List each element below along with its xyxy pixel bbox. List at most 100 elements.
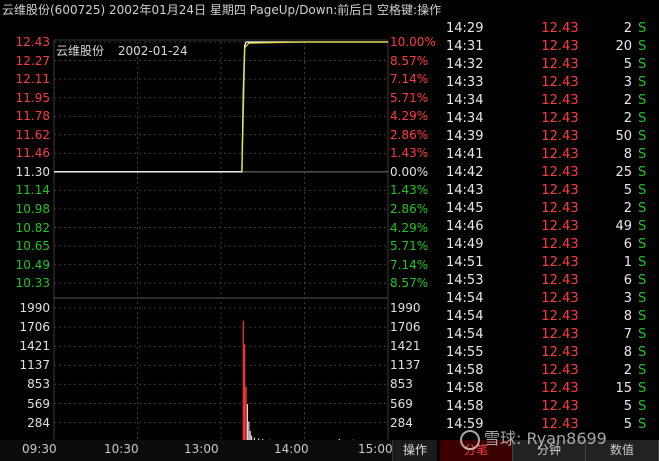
trade-row: 14:58 12.43 5 S <box>440 398 659 416</box>
trade-flag: S <box>638 75 647 90</box>
price-tick-label: 11.46 <box>15 146 50 161</box>
trade-price: 12.43 <box>541 183 579 198</box>
trade-time: 14:42 <box>446 165 484 180</box>
price-tick-label: 12.27 <box>15 53 50 68</box>
trade-row: 14:32 12.43 5 S <box>440 56 659 74</box>
trade-row: 14:46 12.43 49 S <box>440 218 659 236</box>
trade-flag: S <box>638 345 647 360</box>
trade-flag: S <box>638 57 647 72</box>
trade-time: 14:58 <box>446 381 484 396</box>
trade-flag: S <box>638 309 647 324</box>
trade-volume: 3 <box>623 291 632 306</box>
trade-time: 14:34 <box>446 93 484 108</box>
volume-tick-label-right: 1990 <box>390 301 421 315</box>
trade-flag: S <box>638 39 647 54</box>
trade-row: 14:58 12.43 15 S <box>440 380 659 398</box>
chart-date: 2002-01-24 <box>117 44 188 58</box>
trade-price: 12.43 <box>541 309 579 324</box>
time-tick-label: 13:00 <box>184 442 219 456</box>
trade-volume: 2 <box>623 363 632 378</box>
percent-tick-label: 8.57% <box>390 53 429 68</box>
trade-flag: S <box>638 219 647 234</box>
trade-volume: 8 <box>623 147 632 162</box>
volume-tick-label-right: 1421 <box>390 339 421 354</box>
price-tick-label: 12.11 <box>15 72 50 87</box>
price-tick-label: 10.98 <box>15 201 50 216</box>
percent-tick-label: 2.86% <box>390 201 429 216</box>
percent-tick-label: 10.00% <box>390 35 436 49</box>
trade-row: 14:39 12.43 50 S <box>440 128 659 146</box>
trade-volume: 2 <box>623 201 632 216</box>
trade-volume: 25 <box>615 165 632 180</box>
trade-volume: 49 <box>615 219 632 234</box>
trade-volume: 8 <box>623 345 632 360</box>
trade-time: 14:43 <box>446 183 484 198</box>
percent-tick-label: 2.86% <box>390 127 429 142</box>
chart-canvas <box>53 39 389 440</box>
price-tick-label: 10.49 <box>15 257 50 272</box>
trade-price: 12.43 <box>541 273 579 288</box>
trade-volume: 6 <box>623 237 632 252</box>
trade-row: 14:54 12.43 3 S <box>440 290 659 308</box>
trade-flag: S <box>638 381 647 396</box>
volume-tick-label-right: 853 <box>390 377 413 392</box>
trade-time: 14:33 <box>446 75 484 90</box>
trade-price: 12.43 <box>541 255 579 270</box>
price-tick-label: 10.65 <box>15 239 50 254</box>
percent-tick-label: 8.57% <box>390 276 429 291</box>
volume-tick-label-right: 569 <box>390 396 413 411</box>
trade-price: 12.43 <box>541 57 579 72</box>
trade-flag: S <box>638 363 647 378</box>
time-tick-label: 14:00 <box>274 442 309 456</box>
trade-time: 14:51 <box>446 255 484 270</box>
trade-time: 14:49 <box>446 237 484 252</box>
trade-price: 12.43 <box>541 363 579 378</box>
price-tick-label: 11.62 <box>15 127 50 142</box>
trade-row: 14:31 12.43 20 S <box>440 38 659 56</box>
trade-time: 14:41 <box>446 147 484 162</box>
trade-time: 14:54 <box>446 309 484 324</box>
chart-header: 云维股份 2002-01-24 <box>56 42 198 59</box>
trade-price: 12.43 <box>541 147 579 162</box>
trade-volume: 2 <box>623 93 632 108</box>
trade-time: 14:55 <box>446 345 484 360</box>
trade-volume: 3 <box>623 75 632 90</box>
price-tick-label: 10.33 <box>15 276 50 291</box>
trade-volume: 2 <box>623 111 632 126</box>
trade-time: 14:54 <box>446 327 484 342</box>
trade-price: 12.43 <box>541 21 579 36</box>
watermark-text: 雪球: Ryan8699 <box>484 429 607 448</box>
trade-volume: 5 <box>623 399 632 414</box>
trade-volume: 6 <box>623 273 632 288</box>
trade-volume: 5 <box>623 183 632 198</box>
trade-row: 14:49 12.43 6 S <box>440 236 659 254</box>
trade-price: 12.43 <box>541 201 579 216</box>
percent-tick-label: 7.14% <box>390 72 429 87</box>
trade-row: 14:42 12.43 25 S <box>440 164 659 182</box>
trade-list: 14:29 12.43 2 S 14:31 12.43 20 S 14:32 12.43 5 S 14:… <box>440 20 659 438</box>
trade-row: 14:51 12.43 1 S <box>440 254 659 272</box>
trade-flag: S <box>638 255 647 270</box>
volume-tick-label: 1137 <box>19 358 50 373</box>
trade-flag: S <box>638 165 647 180</box>
trade-time: 14:58 <box>446 363 484 378</box>
trade-time: 14:54 <box>446 291 484 306</box>
trade-price: 12.43 <box>541 93 579 108</box>
trade-price: 12.43 <box>541 237 579 252</box>
operate-tab[interactable]: 操作 <box>392 440 437 461</box>
trade-row: 14:43 12.43 5 S <box>440 182 659 200</box>
trade-time: 14:34 <box>446 111 484 126</box>
trade-row: 14:54 12.43 8 S <box>440 308 659 326</box>
xueqiu-logo-icon <box>460 429 480 450</box>
trade-volume: 1 <box>623 255 632 270</box>
trade-time: 14:45 <box>446 201 484 216</box>
trade-flag: S <box>638 237 647 252</box>
percent-tick-label: 4.29% <box>390 220 429 235</box>
price-tick-label: 10.82 <box>15 220 50 235</box>
trade-volume: 7 <box>623 327 632 342</box>
volume-tick-label: 1990 <box>19 301 50 315</box>
trade-time: 14:39 <box>446 129 484 144</box>
trade-volume: 5 <box>623 57 632 72</box>
price-tick-label: 11.95 <box>15 90 50 105</box>
trade-row: 14:34 12.43 2 S <box>440 92 659 110</box>
